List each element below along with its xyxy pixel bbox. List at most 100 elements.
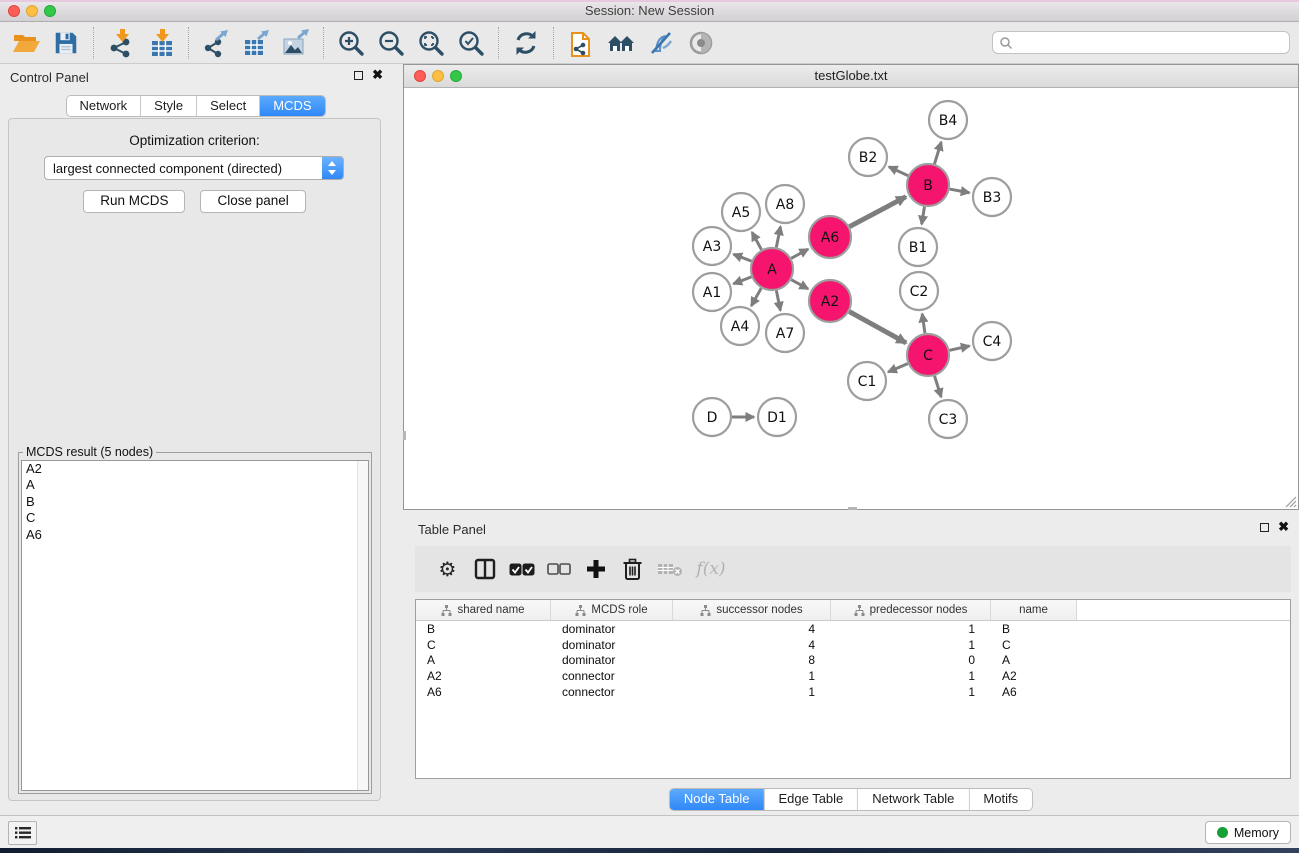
table-row[interactable]: A2connector11A2 — [416, 668, 1290, 684]
save-session-icon[interactable] — [46, 25, 86, 61]
export-image-icon[interactable] — [276, 25, 316, 61]
split-view-icon[interactable] — [466, 551, 503, 587]
tab-select[interactable]: Select — [197, 96, 260, 116]
table-cell-successor-nodes[interactable]: 1 — [673, 685, 831, 699]
tab-mcds[interactable]: MCDS — [260, 96, 324, 116]
network-canvas[interactable]: A5A8A3A1A4A7AA6A2BB2B4B3B1CC2C4C1C3DD1 — [404, 88, 1298, 509]
table-cell-predecessor-nodes[interactable]: 1 — [831, 669, 991, 683]
column-header-name[interactable]: name — [991, 600, 1077, 620]
edge-A-A4[interactable] — [751, 288, 761, 306]
edge-A2-C[interactable] — [849, 312, 906, 343]
deselect-all-columns-icon[interactable] — [540, 551, 577, 587]
table-cell-successor-nodes[interactable]: 1 — [673, 669, 831, 683]
edge-A-A7[interactable] — [776, 291, 780, 311]
mcds-result-item[interactable]: A6 — [22, 527, 368, 543]
table-cell-shared-name[interactable]: A2 — [416, 669, 551, 683]
table-cell-name[interactable]: B — [991, 622, 1077, 636]
edge-A-A3[interactable] — [733, 254, 751, 261]
edge-B-B4[interactable] — [934, 142, 941, 164]
close-panel-button[interactable]: Close panel — [200, 190, 305, 213]
mcds-result-item[interactable]: B — [22, 494, 368, 510]
list-scrollbar[interactable] — [357, 461, 368, 790]
edge-A-A1[interactable] — [733, 277, 751, 284]
resize-grip-icon[interactable] — [1284, 495, 1297, 508]
network-document-icon[interactable] — [561, 25, 601, 61]
table-cell-predecessor-nodes[interactable]: 0 — [831, 653, 991, 667]
table-cell-name[interactable]: A2 — [991, 669, 1077, 683]
edge-C-C3[interactable] — [935, 376, 942, 397]
show-graphics-details-icon[interactable] — [681, 25, 721, 61]
table-cell-shared-name[interactable]: C — [416, 638, 551, 652]
table-row[interactable]: Adominator80A — [416, 653, 1290, 669]
edge-C-C1[interactable] — [888, 364, 908, 372]
import-network-icon[interactable] — [101, 25, 141, 61]
table-cell-shared-name[interactable]: A — [416, 653, 551, 667]
node-table[interactable]: shared nameMCDS rolesuccessor nodesprede… — [415, 599, 1291, 779]
edge-B-B2[interactable] — [889, 167, 908, 176]
table-cell-predecessor-nodes[interactable]: 1 — [831, 638, 991, 652]
zoom-selected-icon[interactable] — [451, 25, 491, 61]
search-field[interactable] — [992, 31, 1290, 54]
add-column-icon[interactable] — [577, 551, 614, 587]
home-icon[interactable] — [601, 25, 641, 61]
network-frame-titlebar[interactable]: testGlobe.txt — [404, 65, 1298, 88]
table-cell-predecessor-nodes[interactable]: 1 — [831, 622, 991, 636]
export-table-icon[interactable] — [236, 25, 276, 61]
table-cell-mcds-role[interactable]: dominator — [551, 622, 673, 636]
mcds-result-item[interactable]: C — [22, 510, 368, 526]
tab-motifs[interactable]: Motifs — [969, 789, 1032, 810]
table-cell-successor-nodes[interactable]: 4 — [673, 638, 831, 652]
tab-edge-table[interactable]: Edge Table — [764, 789, 858, 810]
column-header-shared-name[interactable]: shared name — [416, 600, 551, 620]
column-header-successor-nodes[interactable]: successor nodes — [673, 600, 831, 620]
table-cell-mcds-role[interactable]: dominator — [551, 638, 673, 652]
edge-A-A8[interactable] — [776, 227, 780, 248]
edge-A-A5[interactable] — [752, 232, 762, 249]
import-table-icon[interactable] — [141, 25, 181, 61]
zoom-in-icon[interactable] — [331, 25, 371, 61]
table-cell-name[interactable]: A — [991, 653, 1077, 667]
table-cell-successor-nodes[interactable]: 8 — [673, 653, 831, 667]
refresh-layout-icon[interactable] — [506, 25, 546, 61]
tab-network[interactable]: Network — [66, 96, 141, 116]
search-input[interactable] — [1013, 36, 1289, 50]
zoom-out-icon[interactable] — [371, 25, 411, 61]
mcds-result-list[interactable]: A2ABCA6 — [21, 460, 369, 791]
select-all-columns-icon[interactable] — [503, 551, 540, 587]
network-graph[interactable]: A5A8A3A1A4A7AA6A2BB2B4B3B1CC2C4C1C3DD1 — [404, 88, 1298, 509]
open-file-icon[interactable] — [6, 25, 46, 61]
column-header-predecessor-nodes[interactable]: predecessor nodes — [831, 600, 991, 620]
splitpane-tick[interactable] — [848, 507, 857, 510]
export-network-icon[interactable] — [196, 25, 236, 61]
tab-style[interactable]: Style — [141, 96, 197, 116]
edge-A-A2[interactable] — [791, 280, 808, 289]
table-cell-name[interactable]: C — [991, 638, 1077, 652]
criterion-dropdown[interactable]: largest connected component (directed) — [44, 156, 344, 180]
table-row[interactable]: Bdominator41B — [416, 621, 1290, 637]
memory-button[interactable]: Memory — [1205, 821, 1291, 844]
mcds-result-item[interactable]: A2 — [22, 461, 368, 477]
tab-network-table[interactable]: Network Table — [858, 789, 969, 810]
mcds-result-item[interactable]: A — [22, 477, 368, 493]
column-header-mcds-role[interactable]: MCDS role — [551, 600, 673, 620]
table-cell-predecessor-nodes[interactable]: 1 — [831, 685, 991, 699]
hide-graphics-details-icon[interactable] — [641, 25, 681, 61]
delete-columns-icon[interactable] — [614, 551, 651, 587]
close-panel-icon[interactable]: ✖ — [372, 70, 383, 80]
float-table-panel-icon[interactable] — [1260, 523, 1269, 532]
zoom-fit-icon[interactable] — [411, 25, 451, 61]
edge-A-A6[interactable] — [791, 249, 808, 258]
splitpane-tick[interactable] — [403, 431, 406, 440]
table-row[interactable]: Cdominator41C — [416, 637, 1290, 653]
close-table-panel-icon[interactable]: ✖ — [1278, 522, 1289, 532]
edge-C-C2[interactable] — [922, 314, 925, 333]
edge-B-B1[interactable] — [922, 207, 925, 225]
edge-A6-B[interactable] — [849, 197, 905, 227]
table-cell-mcds-role[interactable]: connector — [551, 685, 673, 699]
table-settings-gear-icon[interactable]: ⚙ — [429, 551, 466, 587]
edge-B-B3[interactable] — [950, 189, 970, 193]
edge-C-C4[interactable] — [949, 346, 969, 350]
table-cell-shared-name[interactable]: A6 — [416, 685, 551, 699]
table-cell-mcds-role[interactable]: connector — [551, 669, 673, 683]
run-mcds-button[interactable]: Run MCDS — [83, 190, 185, 213]
